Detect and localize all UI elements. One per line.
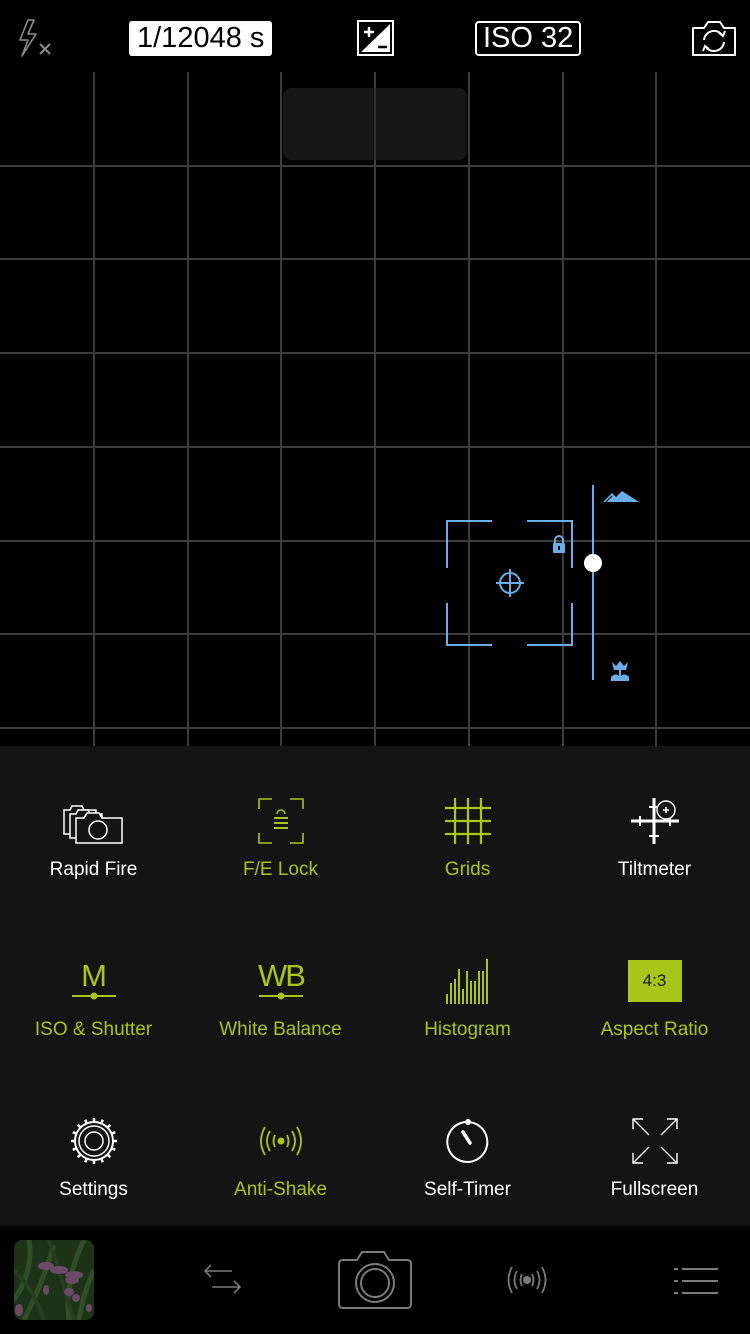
swap-arrows-icon[interactable] — [202, 1262, 242, 1301]
tile-fe-lock[interactable]: F/E Lock — [187, 746, 374, 906]
exposure-compensation-icon[interactable] — [357, 20, 394, 56]
gear-tooth — [71, 1147, 77, 1151]
gear-tooth — [110, 1147, 116, 1151]
shutter-speed-badge[interactable]: 1/12048 s — [129, 21, 273, 56]
mountain-icon — [603, 491, 639, 503]
tile-label: Aspect Ratio — [600, 1019, 709, 1040]
gear-tooth — [99, 1158, 104, 1163]
aspect-ratio-icon: 4:3 — [623, 956, 687, 1006]
tile-label: Grids — [444, 859, 491, 880]
camera-shutter-icon[interactable] — [335, 1250, 415, 1315]
crosshair-icon — [496, 569, 524, 597]
gear-tooth — [106, 1153, 111, 1159]
last-photo-thumbnail[interactable] — [14, 1240, 94, 1320]
tile-label: White Balance — [219, 1019, 342, 1040]
gear-tooth — [106, 1123, 111, 1129]
manual-mode-icon: M — [62, 956, 126, 1006]
tile-anti-shake[interactable]: Anti-Shake — [187, 1066, 374, 1226]
tile-self-timer[interactable]: Self-Timer — [374, 1066, 561, 1226]
white-balance-icon: WB — [249, 956, 313, 1006]
gear-tooth — [71, 1131, 77, 1135]
flip-camera-icon[interactable] — [690, 18, 738, 58]
gear-tooth — [110, 1131, 116, 1135]
tile-label: Settings — [59, 1179, 128, 1200]
tile-label: F/E Lock — [243, 859, 318, 880]
gear-tooth — [99, 1119, 104, 1124]
tile-rapid-fire[interactable]: Rapid Fire — [0, 746, 187, 906]
histogram-icon — [436, 956, 500, 1006]
bottom-bar — [0, 1226, 750, 1334]
iso-badge[interactable]: ISO 32 — [475, 21, 582, 56]
tile-label: Histogram — [424, 1019, 511, 1040]
gear-tooth — [76, 1123, 81, 1129]
focus-slider-knob — [584, 554, 602, 572]
status-toast — [283, 88, 467, 160]
tile-aspect-ratio[interactable]: 4:3 Aspect Ratio — [561, 906, 748, 1066]
grid-icon — [436, 796, 500, 846]
self-timer-icon — [436, 1116, 500, 1166]
lock-icon — [553, 535, 565, 553]
anti-shake-icon — [249, 1116, 313, 1166]
top-bar: 1/12048 s ISO 32 — [0, 0, 750, 72]
fe-lock-icon — [249, 796, 313, 846]
viewfinder[interactable] — [0, 72, 750, 746]
tile-tiltmeter[interactable]: Tiltmeter — [561, 746, 748, 906]
tile-label: Fullscreen — [610, 1179, 699, 1200]
tile-label: Self-Timer — [424, 1179, 511, 1200]
svg-text:WB: WB — [258, 958, 305, 993]
tile-grids[interactable]: Grids — [374, 746, 561, 906]
tile-fullscreen[interactable]: Fullscreen — [561, 1066, 748, 1226]
tile-histogram[interactable]: Histogram — [374, 906, 561, 1066]
tile-white-balance[interactable]: WB White Balance — [187, 906, 374, 1066]
focus-exposure-overlay[interactable] — [440, 480, 650, 690]
gear-tooth — [83, 1158, 88, 1163]
tiltmeter-icon — [623, 796, 687, 846]
aspect-ratio-badge: 4:3 — [627, 960, 682, 1002]
rapid-fire-icon — [62, 796, 126, 846]
menu-list-icon[interactable] — [672, 1264, 720, 1301]
tile-iso-shutter[interactable]: M ISO & Shutter — [0, 906, 187, 1066]
fullscreen-icon — [623, 1116, 687, 1166]
tile-label: Rapid Fire — [49, 859, 138, 880]
tools-panel: Rapid Fire F/E Lock Grids Tiltmeter M IS… — [0, 746, 750, 1226]
tile-label: ISO & Shutter — [34, 1019, 153, 1040]
gear-tooth — [76, 1153, 81, 1159]
stabilizer-icon[interactable] — [505, 1264, 549, 1301]
tile-label: Anti-Shake — [234, 1179, 327, 1200]
gear-tooth — [83, 1119, 88, 1124]
tile-settings[interactable]: Settings — [0, 1066, 187, 1226]
flash-off-icon[interactable] — [16, 18, 60, 60]
tile-label: Tiltmeter — [617, 859, 692, 880]
settings-gear-icon — [62, 1116, 126, 1166]
svg-text:M: M — [81, 958, 107, 993]
macro-flower-icon — [611, 661, 629, 681]
